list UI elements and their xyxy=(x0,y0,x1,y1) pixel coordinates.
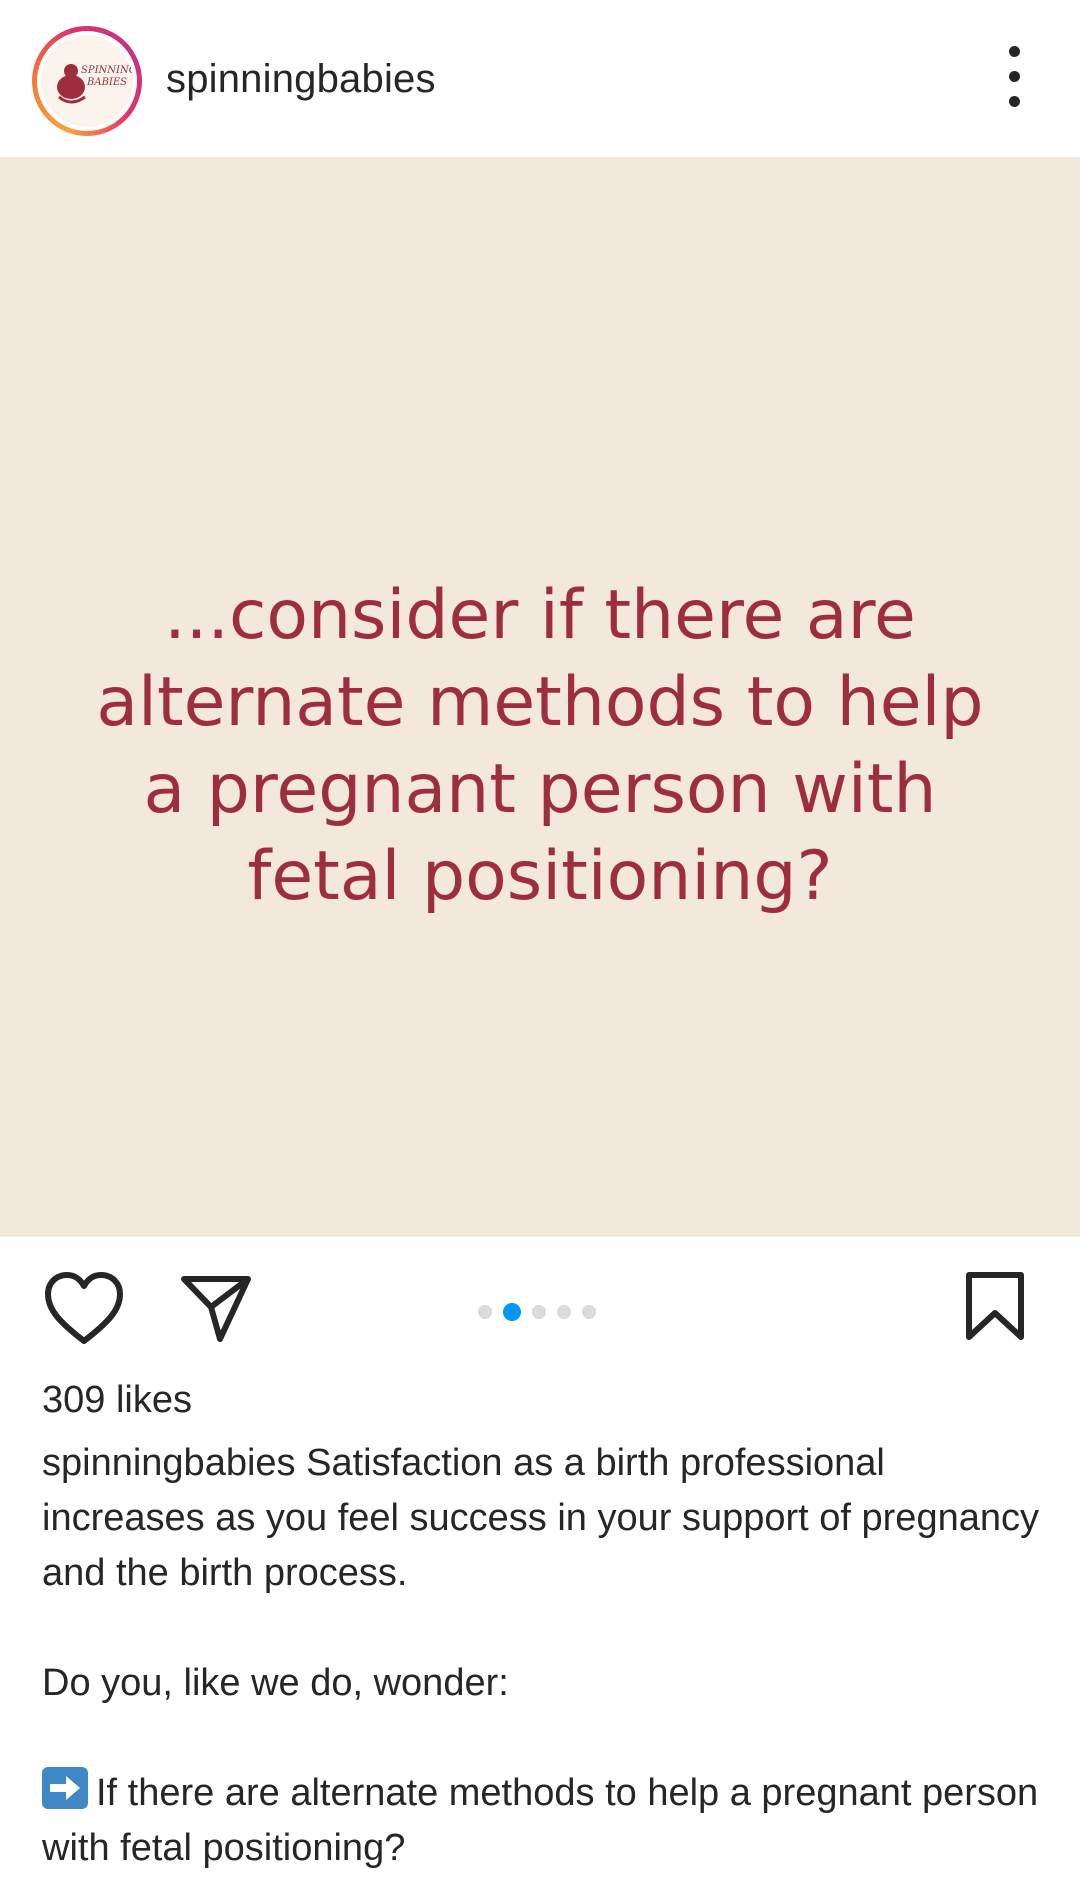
post-username[interactable]: spinningbabies xyxy=(166,54,436,104)
carousel-dot xyxy=(532,1305,546,1319)
carousel-indicator xyxy=(478,1303,596,1321)
caption-bullet: If there are alternate methods to help a… xyxy=(42,1772,1039,1869)
arrow-right-emoji-icon xyxy=(42,1767,88,1809)
caption-question: Do you, like we do, wonder: xyxy=(42,1662,509,1704)
post-image[interactable]: ...consider if there are alternate metho… xyxy=(0,157,1080,1237)
post-image-text: ...consider if there are alternate metho… xyxy=(96,576,984,916)
bookmark-icon[interactable] xyxy=(964,1271,1026,1341)
likes-count[interactable]: 309 likes xyxy=(42,1376,192,1424)
caption-username[interactable]: spinningbabies xyxy=(42,1442,296,1484)
post-caption: spinningbabies Satisfaction as a birth p… xyxy=(42,1436,1042,1876)
carousel-dot xyxy=(478,1305,492,1319)
send-icon[interactable] xyxy=(180,1273,252,1343)
svg-text:SPINNING: SPINNING xyxy=(81,65,133,76)
heart-icon[interactable] xyxy=(44,1271,124,1345)
svg-text:BABIES: BABIES xyxy=(86,77,127,88)
story-ring[interactable]: SPINNING BABIES xyxy=(32,26,142,136)
carousel-dot xyxy=(582,1305,596,1319)
brand-logo-icon: SPINNING BABIES xyxy=(41,35,133,127)
carousel-dot xyxy=(557,1305,571,1319)
post-header: SPINNING BABIES spinningbabies xyxy=(0,0,1080,157)
carousel-dot-active xyxy=(503,1303,521,1321)
more-options-icon[interactable] xyxy=(998,46,1032,108)
avatar[interactable]: SPINNING BABIES xyxy=(41,35,133,127)
post-actions-bar xyxy=(0,1237,1080,1372)
